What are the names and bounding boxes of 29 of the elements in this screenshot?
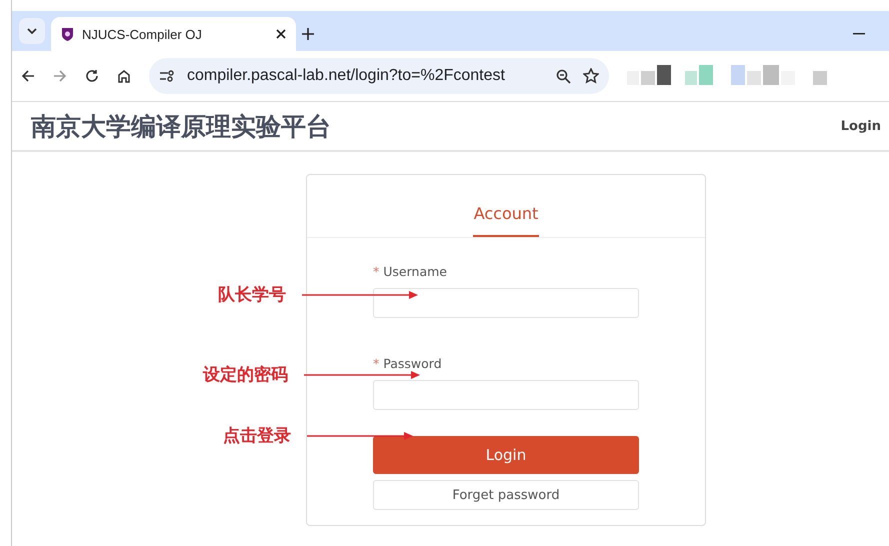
site-title: 南京大学编译原理实验平台 — [31, 110, 331, 142]
minimize-icon[interactable] — [853, 33, 865, 35]
login-link[interactable]: Login — [840, 118, 881, 134]
shield-icon — [61, 26, 74, 42]
back-icon[interactable] — [21, 69, 35, 83]
input-field[interactable] — [373, 380, 639, 410]
account-tab[interactable]: Account — [473, 204, 539, 237]
site-settings-icon[interactable] — [159, 70, 175, 82]
required-mark: * — [373, 356, 380, 371]
chevron-down-icon — [27, 28, 37, 34]
annotation-label: 设定的密码 — [203, 364, 288, 386]
annotation-label: 点击登录 — [223, 425, 291, 447]
forward-icon[interactable] — [53, 69, 67, 83]
forget-password-button[interactable]: Forget password — [373, 480, 639, 510]
star-icon[interactable] — [583, 68, 599, 84]
field-label: Password — [383, 356, 442, 371]
input-field[interactable] — [373, 288, 639, 318]
annotation-label: 队长学号 — [218, 284, 286, 306]
reload-icon[interactable] — [85, 69, 99, 83]
zoom-icon[interactable] — [556, 68, 571, 84]
close-icon[interactable] — [276, 29, 286, 39]
new-tab-icon[interactable] — [302, 28, 314, 40]
field-label: Username — [383, 264, 447, 279]
required-mark: * — [373, 264, 380, 279]
home-icon[interactable] — [117, 69, 131, 83]
login-button[interactable]: Login — [373, 436, 639, 474]
tab-title: NJUCS-Compiler OJ — [82, 26, 203, 42]
browser-tab[interactable]: NJUCS-Compiler OJ — [51, 17, 296, 51]
tab-list-button[interactable] — [19, 18, 45, 44]
